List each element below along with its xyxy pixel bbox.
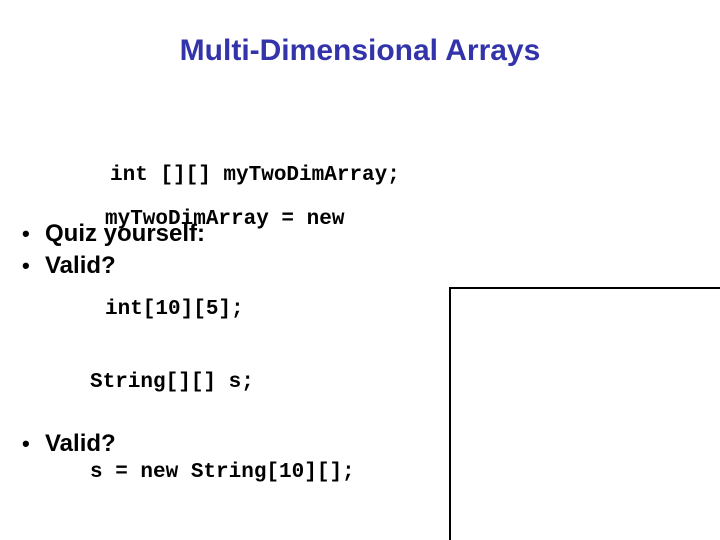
code-block-string-assignment: s = new String[][10]; (90, 478, 470, 540)
list-item-label: Valid? (45, 252, 116, 279)
empty-text-placeholder-box[interactable] (449, 287, 720, 540)
list-item-label: Valid? (45, 430, 116, 457)
slide-canvas: Multi-Dimensional Arrays int [][] myTwoD… (0, 0, 720, 540)
bullet-icon: • (22, 221, 30, 246)
list-item-label: Quiz yourself: (45, 220, 206, 247)
list-item: • Valid? (22, 251, 116, 281)
code-line: String[][] s; (90, 371, 254, 394)
page-title: Multi-Dimensional Arrays (179, 34, 541, 67)
bullet-icon: • (22, 431, 30, 456)
list-item: • Quiz yourself: (22, 219, 205, 249)
list-item: • Valid? (22, 429, 116, 459)
bullet-icon: • (22, 253, 30, 278)
